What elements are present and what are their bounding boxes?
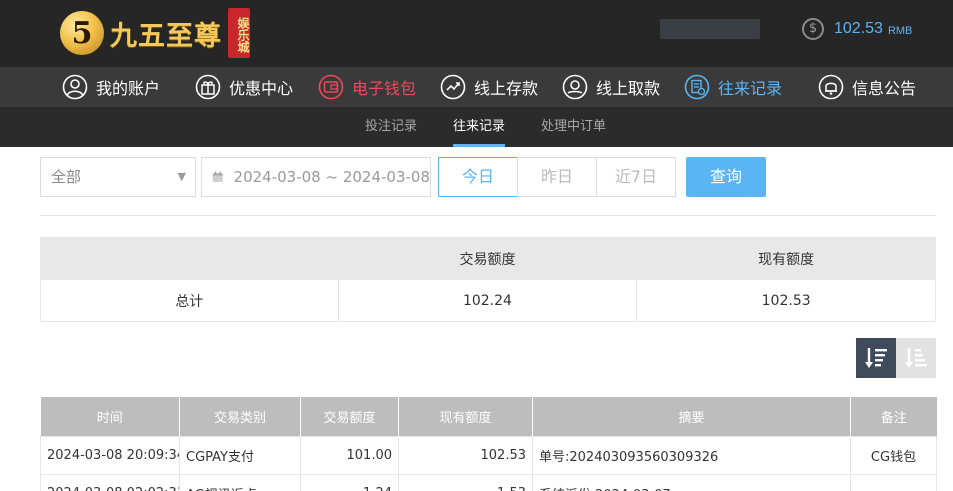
last-7-days-button[interactable]: 近7日	[596, 157, 676, 197]
logo-text: 九五至尊	[110, 20, 222, 52]
nav-label: 优惠中心	[229, 79, 294, 98]
nav-label: 往来记录	[718, 79, 783, 98]
tab-transaction-records[interactable]: 往来记录	[453, 107, 506, 147]
balance-display: $ 102.53 RMB	[802, 18, 912, 40]
col-header-type[interactable]: 交易类别	[179, 397, 301, 436]
bell-icon	[818, 74, 844, 100]
wallet-icon	[318, 74, 344, 100]
sort-descending-button[interactable]	[856, 338, 896, 378]
divider	[40, 215, 936, 216]
records-header-row: 时间 交易类别 交易额度 现有额度 摘要 备注	[40, 397, 937, 436]
cell-amount: 1.24	[300, 473, 399, 491]
date-range-value: 2024-03-08 ~ 2024-03-08	[233, 168, 430, 186]
col-header-amount[interactable]: 交易额度	[300, 397, 399, 436]
calendar-icon	[212, 171, 223, 182]
tab-bet-records[interactable]: 投注记录	[365, 107, 417, 147]
yesterday-button[interactable]: 昨日	[517, 157, 597, 197]
deposit-icon	[440, 74, 466, 100]
sort-descending-icon	[865, 348, 887, 368]
site-logo[interactable]: 5 九五至尊 娱乐城	[60, 3, 250, 63]
table-row[interactable]: 2024-03-08 02:02:31 AG视讯返点 1.24 1.53 系统派…	[40, 473, 937, 491]
records-table: 时间 交易类别 交易额度 现有额度 摘要 备注 2024-03-08 20:09…	[40, 397, 937, 491]
summary-trade-amount: 102.24	[337, 279, 638, 322]
col-header-balance[interactable]: 现有额度	[398, 397, 533, 436]
nav-promotions[interactable]: 优惠中心	[195, 67, 293, 107]
cell-time: 2024-03-08 02:02:31	[40, 473, 180, 491]
balance-unit: RMB	[887, 24, 913, 37]
sort-ascending-button[interactable]	[896, 338, 936, 378]
table-row[interactable]: 2024-03-08 20:09:34 CGPAY支付 101.00 102.5…	[40, 435, 937, 475]
cell-note: CG钱包	[850, 435, 937, 475]
record-icon	[684, 74, 710, 100]
summary-header-trade-amount: 交易额度	[337, 237, 638, 280]
sub-nav: 投注记录 往来记录 处理中订单	[0, 107, 953, 147]
nav-transaction-records[interactable]: 往来记录	[684, 67, 782, 107]
logo-emblem: 5	[60, 11, 104, 55]
summary-header-row: 交易额度 现有额度	[40, 237, 936, 280]
nav-label: 线上存款	[474, 79, 539, 98]
logo-sub-badge: 娱乐城	[228, 8, 250, 58]
masked-username	[660, 19, 760, 39]
summary-header-blank	[40, 237, 339, 280]
cell-amount: 101.00	[300, 435, 399, 475]
nav-label: 信息公告	[852, 79, 917, 98]
cell-type: AG视讯返点	[179, 473, 301, 491]
nav-online-deposit[interactable]: 线上存款	[440, 67, 538, 107]
sort-ascending-icon	[905, 348, 927, 368]
chevron-down-icon: ▼	[177, 170, 186, 183]
coin-icon: $	[802, 18, 824, 40]
balance-value: 102.53	[834, 20, 883, 37]
main-nav: 我的账户 优惠中心 电子钱包 线上存款 线上取款 往来记录 信息公告	[0, 67, 953, 107]
withdraw-icon	[562, 74, 588, 100]
nav-label: 电子钱包	[352, 79, 417, 98]
cell-summary: 单号:202403093560309326	[532, 435, 851, 475]
nav-e-wallet[interactable]: 电子钱包	[318, 67, 416, 107]
summary-table: 交易额度 现有额度 总计 102.24 102.53	[40, 237, 936, 322]
summary-total-label: 总计	[40, 279, 339, 322]
nav-announcements[interactable]: 信息公告	[818, 67, 916, 107]
col-header-time[interactable]: 时间	[40, 397, 180, 436]
category-select-value: 全部	[51, 168, 82, 186]
col-header-summary[interactable]: 摘要	[532, 397, 851, 436]
user-icon	[62, 74, 88, 100]
nav-label: 线上取款	[596, 79, 661, 98]
cell-time: 2024-03-08 20:09:34	[40, 435, 180, 475]
summary-header-current-amount: 现有额度	[636, 237, 936, 280]
today-button[interactable]: 今日	[438, 157, 518, 197]
nav-label: 我的账户	[96, 79, 161, 98]
gift-icon	[195, 74, 221, 100]
cell-summary: 系统派发 2024-03-07	[532, 473, 851, 491]
cell-type: CGPAY支付	[179, 435, 301, 475]
summary-total-row: 总计 102.24 102.53	[40, 279, 936, 322]
nav-my-account[interactable]: 我的账户	[62, 67, 160, 107]
nav-online-withdraw[interactable]: 线上取款	[562, 67, 660, 107]
search-button[interactable]: 查询	[686, 157, 766, 197]
date-range-input[interactable]: 2024-03-08 ~ 2024-03-08	[201, 157, 431, 197]
cell-note	[850, 473, 937, 491]
category-select[interactable]: 全部 ▼	[40, 157, 196, 197]
tab-pending-orders[interactable]: 处理中订单	[541, 107, 606, 147]
summary-current-amount: 102.53	[636, 279, 936, 322]
cell-balance: 102.53	[398, 435, 533, 475]
col-header-note[interactable]: 备注	[850, 397, 937, 436]
top-header: 5 九五至尊 娱乐城 $ 102.53 RMB	[0, 0, 953, 67]
cell-balance: 1.53	[398, 473, 533, 491]
